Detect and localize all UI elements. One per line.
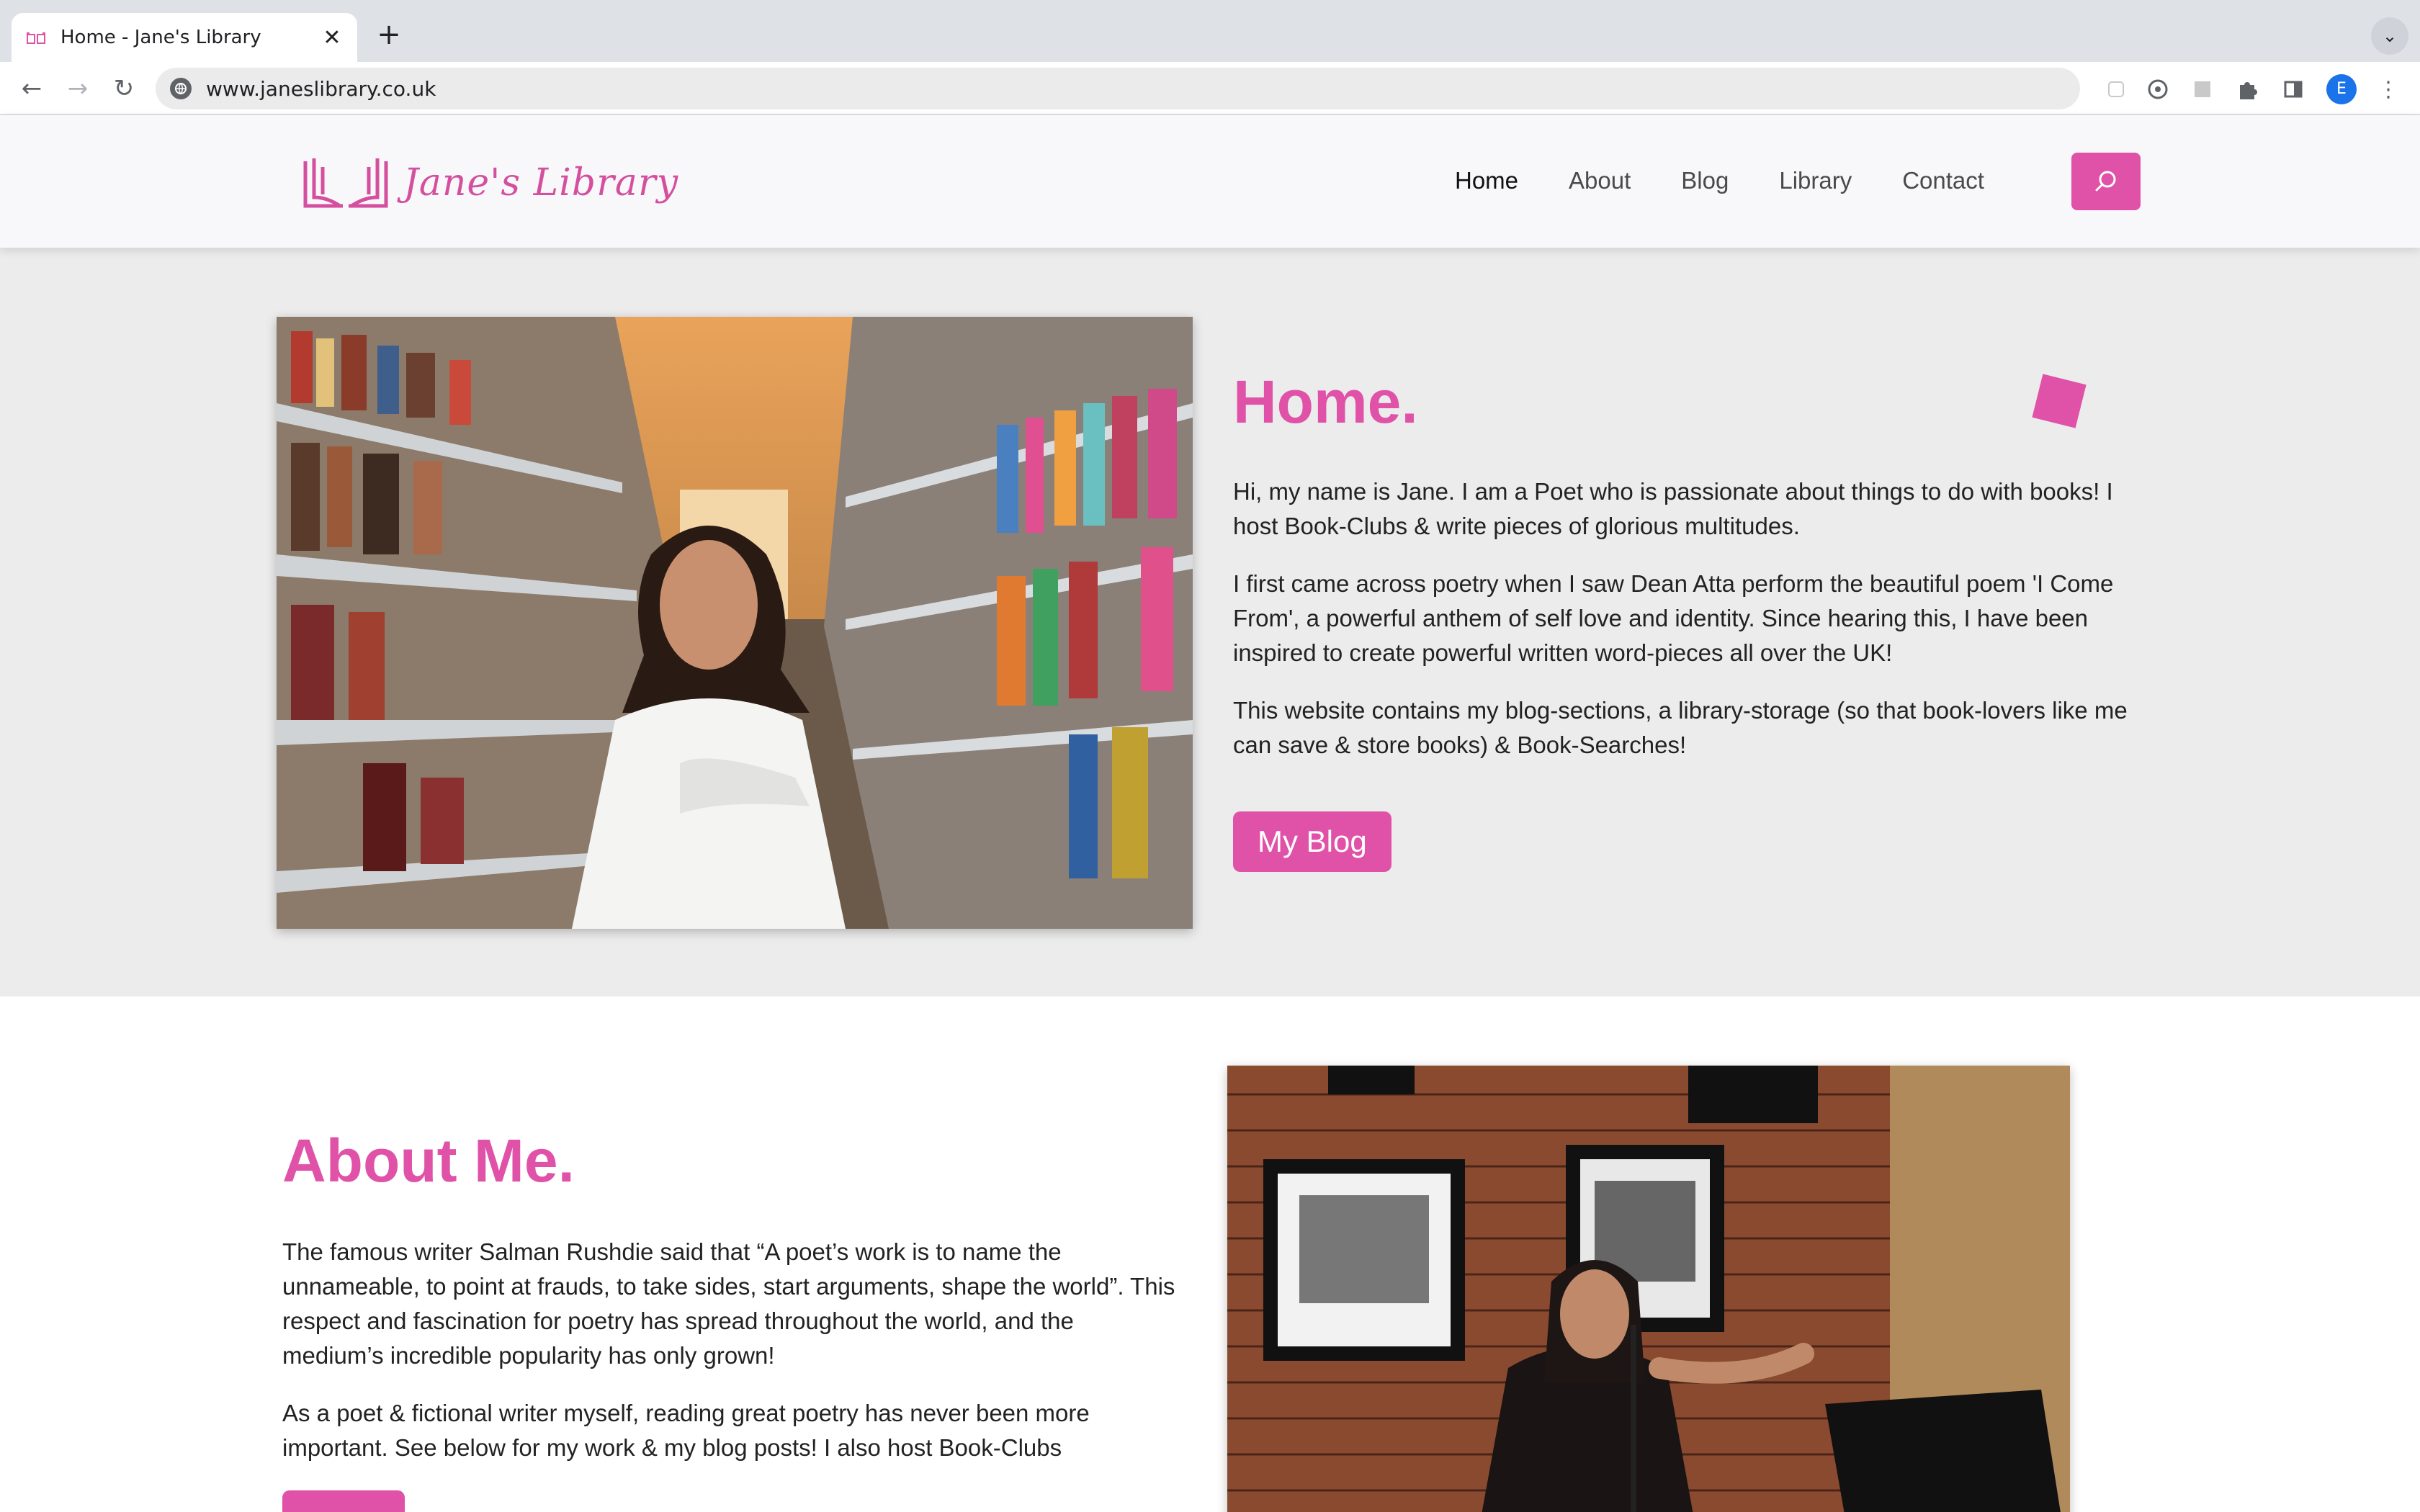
about-section: About Me. The famous writer Salman Rushd… — [0, 996, 2420, 1512]
tab-title: Home - Jane's Library — [60, 27, 261, 48]
main-nav: Home About Blog Library Contact — [1455, 167, 2035, 194]
about-paragraph-1: The famous writer Salman Rushdie said th… — [282, 1238, 1175, 1369]
nav-library[interactable]: Library — [1779, 167, 1852, 194]
profile-avatar[interactable]: E — [2326, 74, 2357, 104]
browser-tab-active[interactable]: Home - Jane's Library ✕ — [12, 13, 357, 62]
extension-circle-icon[interactable] — [2143, 75, 2172, 104]
browser-toolbar: ← → ↻ www.janeslibrary.co.uk E ⋮ — [0, 62, 2420, 115]
site-info-icon[interactable] — [170, 78, 192, 99]
browser-menu-icon[interactable]: ⋮ — [2374, 75, 2403, 104]
puzzle-extensions-icon[interactable] — [2233, 75, 2262, 104]
site-header: Jane's Library Home About Blog Library C… — [0, 115, 2420, 248]
about-paragraph-2: As a poet & fictional writer myself, rea… — [282, 1400, 1090, 1461]
nav-home[interactable]: Home — [1455, 167, 1518, 194]
browser-tabstrip: Home - Jane's Library ✕ + ⌄ — [0, 0, 2420, 62]
poet-performing-photo — [1227, 1066, 2070, 1512]
side-panel-icon[interactable] — [2279, 75, 2308, 104]
my-blog-button[interactable]: My Blog — [1233, 811, 1392, 872]
extension-grid-icon[interactable] — [2188, 75, 2217, 104]
home-paragraph-3: This website contains my blog-sections, … — [1233, 697, 2128, 758]
forward-arrow-icon[interactable]: → — [60, 72, 95, 107]
address-bar[interactable]: www.janeslibrary.co.uk — [156, 68, 2080, 109]
home-section: Home. Hi, my name is Jane. I am a Poet w… — [0, 248, 2420, 996]
nav-blog[interactable]: Blog — [1681, 167, 1729, 194]
site-logo[interactable]: Jane's Library — [301, 154, 678, 212]
reload-icon[interactable]: ↻ — [107, 72, 141, 107]
home-content: Home. Hi, my name is Jane. I am a Poet w… — [1233, 367, 2141, 872]
open-book-logo-icon — [303, 158, 388, 208]
logo-text: Jane's Library — [403, 161, 679, 204]
about-title: About Me. — [282, 1127, 575, 1194]
home-title: Home. — [1233, 368, 1418, 436]
new-tab-button[interactable]: + — [372, 19, 406, 53]
tab-search-button[interactable]: ⌄ — [2371, 17, 2408, 55]
book-favicon-icon — [26, 30, 46, 45]
back-arrow-icon[interactable]: ← — [14, 72, 49, 107]
tab-close-icon[interactable]: ✕ — [321, 25, 343, 50]
jane-library-photo — [277, 317, 1193, 929]
address-url: www.janeslibrary.co.uk — [206, 76, 436, 101]
about-button-partial[interactable] — [282, 1490, 405, 1512]
extension-icon[interactable] — [2102, 75, 2130, 104]
nav-about[interactable]: About — [1569, 167, 1631, 194]
search-button[interactable] — [2071, 153, 2141, 210]
nav-contact[interactable]: Contact — [1902, 167, 1984, 194]
about-content: About Me. The famous writer Salman Rushd… — [282, 1126, 1175, 1488]
home-paragraph-1: Hi, my name is Jane. I am a Poet who is … — [1233, 478, 2113, 539]
home-paragraph-2: I first came across poetry when I saw De… — [1233, 570, 2114, 666]
search-icon — [2095, 171, 2116, 192]
